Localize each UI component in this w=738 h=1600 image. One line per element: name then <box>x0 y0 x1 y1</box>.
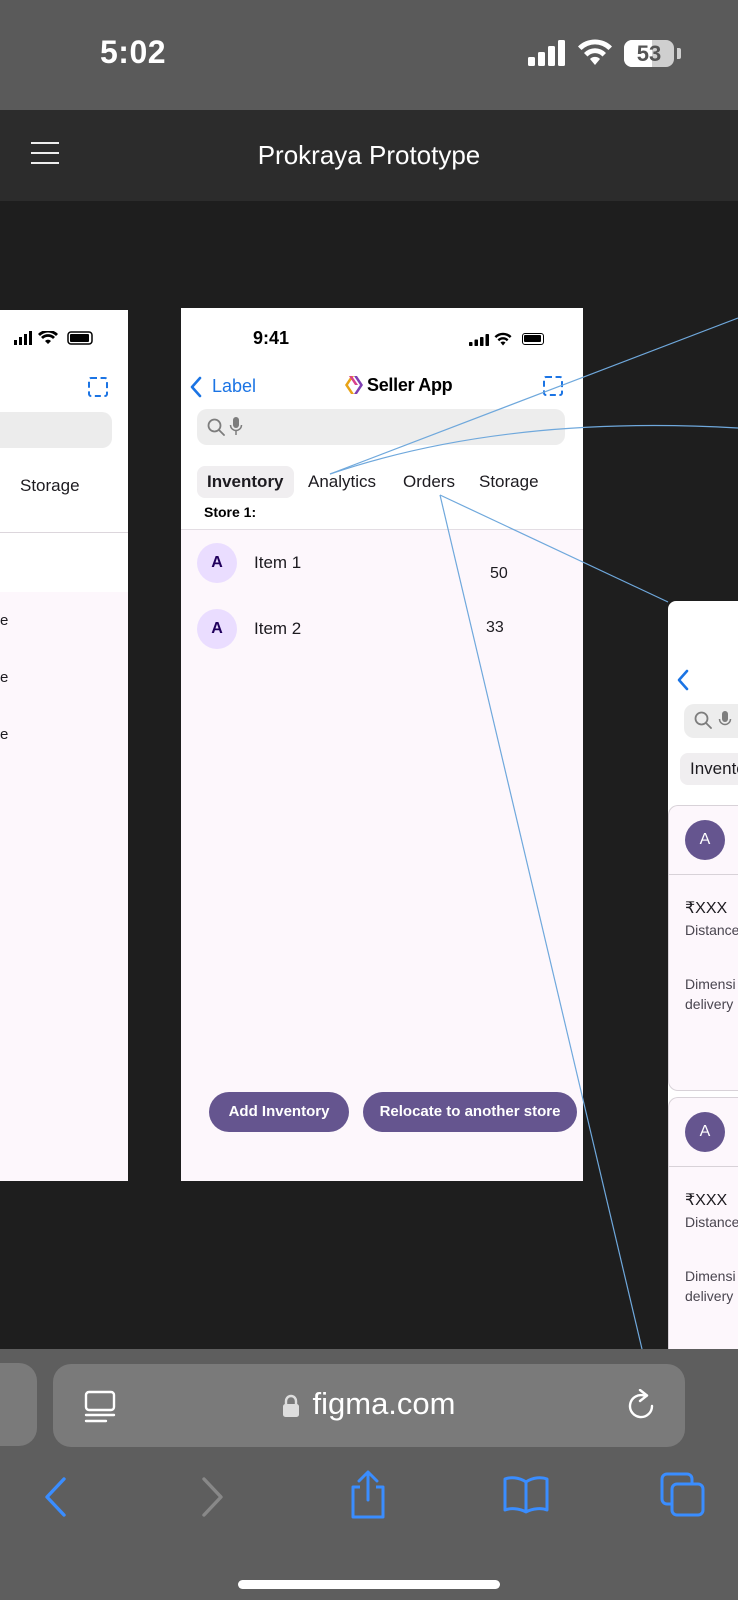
left-frame-content <box>0 592 128 1181</box>
search-bar[interactable] <box>0 412 112 448</box>
microphone-icon[interactable] <box>718 710 732 730</box>
row-fragment: e <box>0 726 9 743</box>
tab-inventory[interactable]: Invento <box>680 753 738 785</box>
battery-icon <box>522 333 544 345</box>
expand-icon[interactable] <box>543 376 563 396</box>
store-label: Store 1: <box>204 504 257 520</box>
tabs-icon[interactable] <box>660 1472 706 1518</box>
divider <box>669 1166 738 1167</box>
seller-app-screen[interactable]: 9:41 Label Seller App Inventory Analytic… <box>181 308 583 1181</box>
status-icons <box>14 331 93 345</box>
back-button[interactable]: Label <box>212 376 256 397</box>
expand-icon[interactable] <box>88 377 108 397</box>
avatar: A <box>685 1112 725 1152</box>
share-icon[interactable] <box>348 1470 388 1520</box>
avatar: A <box>197 543 237 583</box>
microphone-icon[interactable] <box>229 416 243 436</box>
tab-storage[interactable]: Storage <box>469 466 549 498</box>
delivery-label: delivery <box>685 1288 734 1304</box>
prototype-title: Prokraya Prototype <box>257 140 481 170</box>
add-inventory-button[interactable]: Add Inventory <box>209 1092 349 1132</box>
frame-status-time: 9:41 <box>253 328 290 348</box>
left-screen-frame[interactable]: Storage e e e <box>0 310 128 1181</box>
right-screen-frame[interactable]: Invento A ₹XXX Distance Dimensi delivery… <box>668 601 738 1349</box>
cellular-signal-icon <box>469 334 489 346</box>
row-fragment: e <box>0 612 9 629</box>
reload-icon[interactable] <box>626 1389 658 1423</box>
tab-analytics[interactable]: Analytics <box>298 466 386 498</box>
list-item[interactable]: A Item 1 50 <box>181 531 583 595</box>
price: ₹XXX <box>685 1192 728 1209</box>
tab-inventory[interactable]: Inventory <box>197 466 294 498</box>
tab-orders[interactable]: Orders <box>393 466 465 498</box>
avatar: A <box>685 820 725 860</box>
chevron-left-icon[interactable] <box>189 376 203 398</box>
status-time: 5:02 <box>100 34 167 70</box>
wifi-icon <box>494 332 512 346</box>
search-icon <box>694 711 712 729</box>
item-name: Item 1 <box>254 553 302 572</box>
battery-icon: 53 <box>624 40 674 67</box>
delivery-label: delivery <box>685 996 734 1012</box>
app-logo-icon <box>345 376 363 394</box>
order-card[interactable]: A ₹XXX Distance Dimensi delivery <box>668 805 738 1091</box>
dimension-label: Dimensi <box>685 1268 736 1284</box>
distance-label: Distance <box>685 922 738 938</box>
tab-storage[interactable]: Storage <box>20 476 80 496</box>
dimension-label: Dimensi <box>685 976 736 992</box>
search-bar[interactable] <box>197 409 565 445</box>
price: ₹XXX <box>685 900 728 917</box>
search-icon <box>207 418 225 436</box>
relocate-button[interactable]: Relocate to another store <box>363 1092 577 1132</box>
battery-level: 53 <box>636 41 662 66</box>
order-card[interactable]: A ₹XXX Distance Dimensi delivery <box>668 1097 738 1349</box>
avatar: A <box>197 609 237 649</box>
forward-icon <box>202 1477 223 1517</box>
bookmarks-icon[interactable] <box>502 1474 550 1514</box>
chevron-left-icon[interactable] <box>676 669 690 691</box>
home-indicator <box>238 1580 500 1589</box>
back-icon[interactable] <box>42 1476 68 1518</box>
battery-cap <box>677 48 681 59</box>
item-quantity: 50 <box>490 565 508 582</box>
divider <box>0 532 128 533</box>
app-title: Seller App <box>367 375 453 395</box>
row-fragment: e <box>0 669 9 686</box>
distance-label: Distance <box>685 1214 738 1230</box>
item-name: Item 2 <box>254 619 302 638</box>
wifi-icon <box>578 39 612 65</box>
cellular-signal-icon <box>528 40 565 66</box>
divider <box>669 874 738 875</box>
list-item[interactable]: A Item 2 33 <box>181 597 583 661</box>
item-quantity: 33 <box>486 619 504 636</box>
